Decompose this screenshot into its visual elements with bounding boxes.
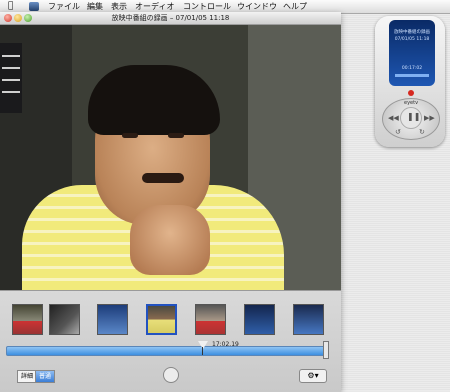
forward-icon[interactable]: ↻ (419, 128, 425, 136)
gear-menu-button[interactable]: ⚙▾ (299, 369, 327, 383)
lcd-progress-bar (395, 74, 429, 77)
segment-detail-button[interactable]: 詳細 (17, 370, 38, 383)
lcd-program-date: 07/01/05 11:18 (394, 37, 430, 42)
app-menu-icon[interactable] (29, 2, 39, 11)
zoom-icon[interactable] (24, 14, 32, 22)
player-window: 放映中番組の録画 – 07/01/05 11:18 17:02.19 詳細 普通… (0, 12, 341, 392)
segment-normal-button[interactable]: 普通 (35, 370, 56, 383)
thumbnail-5[interactable] (195, 304, 226, 335)
playhead-line (202, 347, 203, 355)
eyetv-logo: eyetv (404, 100, 419, 106)
fast-forward-icon[interactable]: ▶▶ (424, 114, 435, 122)
thumbnail-6[interactable] (244, 304, 275, 335)
background-sign (0, 43, 22, 113)
video-area[interactable] (0, 25, 341, 290)
person-hair (88, 65, 220, 135)
thumbnail-4-selected[interactable] (146, 304, 177, 335)
thumbnail-3[interactable] (97, 304, 128, 335)
minimize-icon[interactable] (14, 14, 22, 22)
lcd-elapsed-time: 00:17:02 (401, 66, 423, 71)
pause-icon: ❚❚ (407, 112, 421, 121)
timeline-end-handle[interactable] (323, 341, 329, 359)
window-titlebar[interactable]: 放映中番組の録画 – 07/01/05 11:18 (0, 12, 341, 25)
timeline-bar[interactable] (6, 346, 326, 356)
control-panel: 17:02.19 詳細 普通 ⚙▾ (0, 290, 341, 392)
playhead[interactable] (198, 341, 208, 349)
person-eye-right (168, 133, 184, 138)
timecode-label: 17:02.19 (212, 341, 239, 348)
person-eye-left (122, 133, 138, 138)
thumbnail-1[interactable] (12, 304, 43, 335)
resize-knob[interactable] (163, 367, 179, 383)
record-indicator (408, 90, 414, 96)
lcd-program-title: 放映中番組の録画 (394, 30, 430, 35)
back-icon[interactable]: ↺ (395, 128, 401, 136)
close-icon[interactable] (4, 14, 12, 22)
person-hands (130, 205, 210, 275)
remote-lcd-display: 放映中番組の録画 07/01/05 11:18 00:17:02 (389, 20, 435, 86)
thumbnail-2[interactable] (49, 304, 80, 335)
person-moustache (142, 173, 184, 183)
window-title: 放映中番組の録画 – 07/01/05 11:18 (111, 14, 230, 22)
rewind-icon[interactable]: ◀◀ (388, 114, 399, 122)
thumbnail-7[interactable] (293, 304, 324, 335)
eyetv-remote-widget: 放映中番組の録画 07/01/05 11:18 00:17:02 eyetv ◀… (375, 16, 445, 147)
gear-icon: ⚙▾ (307, 371, 319, 380)
